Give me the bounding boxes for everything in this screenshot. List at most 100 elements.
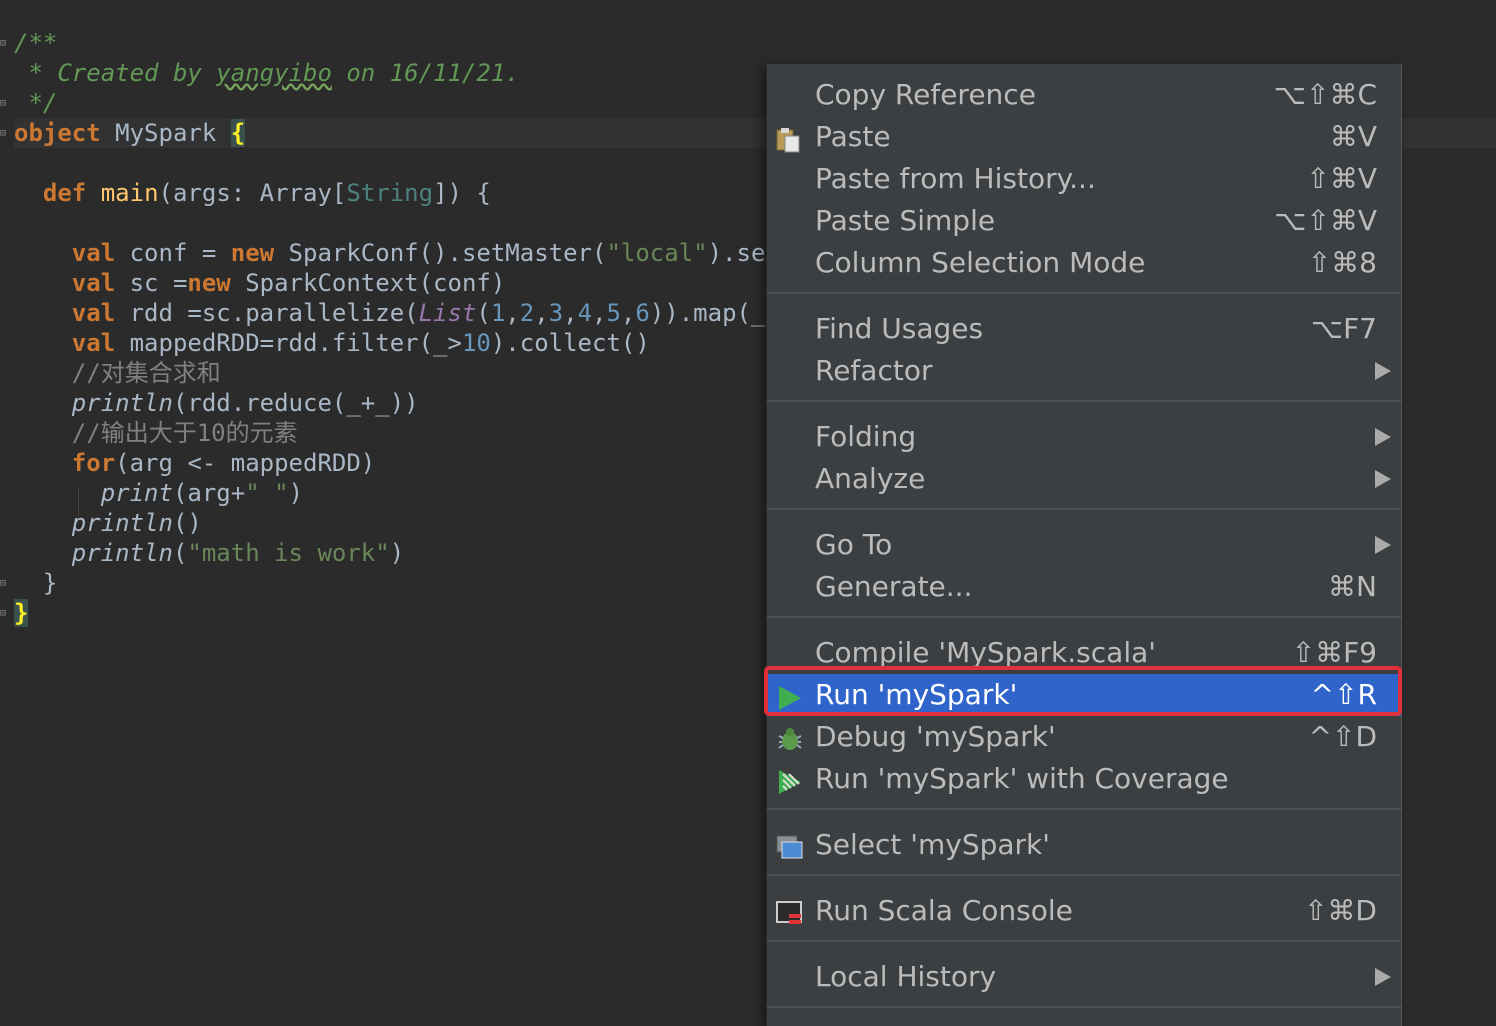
menu-item-run-scala-console[interactable]: Run Scala Console ⇧⌘D xyxy=(767,890,1401,932)
code-line[interactable]: for(arg <- mappedRDD) xyxy=(14,448,794,478)
menu-item-shortcut: ⇧⌘8 xyxy=(1307,246,1377,279)
menu-separator xyxy=(767,808,1401,810)
code-line[interactable]: } xyxy=(14,568,794,598)
code-token: "math is work" xyxy=(187,539,390,567)
menu-item-label: Run Scala Console xyxy=(815,894,1073,927)
menu-item-label: Generate... xyxy=(815,570,973,603)
menu-item-label: Run 'mySpark' with Coverage xyxy=(815,762,1229,795)
code-token: (arg+ xyxy=(172,479,246,507)
menu-separator xyxy=(767,508,1401,510)
code-token: 1 xyxy=(490,299,506,327)
code-token: )).map(_* xyxy=(649,299,780,327)
code-line[interactable]: print(arg+" ") xyxy=(14,478,794,508)
code-line[interactable]: } xyxy=(14,598,794,628)
code-token: , xyxy=(592,299,607,327)
code-token: main xyxy=(100,179,159,207)
menu-item-paste-simple[interactable]: Paste Simple ⌥⇧⌘V xyxy=(767,200,1401,242)
code-token: 2 xyxy=(519,299,535,327)
submenu-arrow-icon xyxy=(1375,470,1391,488)
code-line[interactable]: //对集合求和 xyxy=(14,358,794,388)
code-token: new xyxy=(230,239,275,267)
code-token: println xyxy=(71,389,173,417)
menu-item-go-to[interactable]: Go To xyxy=(767,524,1401,566)
code-line[interactable]: println("math is work") xyxy=(14,538,794,568)
code-line[interactable]: object MySpark { xyxy=(14,118,794,148)
menu-item-label: Local History xyxy=(815,960,997,993)
menu-item-label: Paste xyxy=(815,120,891,153)
code-token: , xyxy=(534,299,549,327)
code-line[interactable]: val mappedRDD=rdd.filter(_>10).collect() xyxy=(14,328,794,358)
menu-item-run-myspark-with-coverage[interactable]: Run 'mySpark' with Coverage xyxy=(767,758,1401,800)
menu-item-folding[interactable]: Folding xyxy=(767,416,1401,458)
menu-item-label: Column Selection Mode xyxy=(815,246,1146,279)
code-token: ( xyxy=(172,539,188,567)
coverage-icon xyxy=(775,766,803,794)
menu-item-label: Analyze xyxy=(815,462,926,495)
code-token: 3 xyxy=(548,299,564,327)
code-token: val xyxy=(71,299,116,327)
menu-item-find-usages[interactable]: Find Usages ⌥F7 xyxy=(767,308,1401,350)
code-token: ]) { xyxy=(433,179,491,207)
code-token: //输出大于10的元素 xyxy=(14,419,298,447)
code-line[interactable] xyxy=(14,148,794,178)
fold-marker-icon[interactable]: ⊟ xyxy=(0,578,10,590)
fold-marker-icon[interactable]: ⊟ xyxy=(0,98,10,110)
menu-item-generate[interactable]: Generate... ⌘N xyxy=(767,566,1401,608)
code-line[interactable]: val rdd =sc.parallelize(List(1,2,3,4,5,6… xyxy=(14,298,795,328)
code-token: List xyxy=(418,299,477,327)
code-line[interactable]: println() xyxy=(14,508,794,538)
menu-separator xyxy=(767,1006,1401,1008)
code-token: val xyxy=(71,269,116,297)
menu-item-paste-from-history[interactable]: Paste from History... ⇧⌘V xyxy=(767,158,1401,200)
code-line[interactable]: val conf = new SparkConf().setMaster("lo… xyxy=(14,238,795,268)
code-line[interactable]: /** xyxy=(14,28,794,58)
code-token: 10 xyxy=(461,329,491,357)
menu-separator xyxy=(767,616,1401,618)
menu-item-shortcut: ⌥⇧⌘C xyxy=(1273,78,1377,111)
fold-marker-icon[interactable]: ⊟ xyxy=(0,608,10,620)
code-token: , xyxy=(620,299,636,327)
menu-item-select-myspark[interactable]: Select 'mySpark' xyxy=(767,824,1401,866)
menu-item-column-selection-mode[interactable]: Column Selection Mode ⇧⌘8 xyxy=(767,242,1401,284)
code-token: SparkContext(conf) xyxy=(230,269,506,297)
menu-item-shortcut: ⌥⇧⌘V xyxy=(1274,204,1377,237)
menu-item-analyze[interactable]: Analyze xyxy=(767,458,1401,500)
code-token: ) xyxy=(288,479,304,507)
code-token: MySpark xyxy=(100,119,231,147)
code-token: " " xyxy=(245,479,289,507)
menu-item-local-history[interactable]: Local History xyxy=(767,956,1401,998)
code-token: (args: Array[ xyxy=(158,179,347,207)
menu-item-copy-reference[interactable]: Copy Reference ⌥⇧⌘C xyxy=(767,74,1401,116)
code-line[interactable] xyxy=(14,208,794,238)
fold-marker-icon[interactable]: ⊟ xyxy=(0,38,10,50)
submenu-arrow-icon xyxy=(1375,536,1391,554)
code-line[interactable]: val sc =new SparkContext(conf) xyxy=(14,268,794,298)
context-menu: Copy Reference ⌥⇧⌘C Paste ⌘V Paste from Hist… xyxy=(766,64,1402,1026)
code-editor[interactable]: /** * Created by yangyibo on 16/11/21. *… xyxy=(14,28,794,628)
submenu-arrow-icon xyxy=(1375,968,1391,986)
menu-item-refactor[interactable]: Refactor xyxy=(767,350,1401,392)
menu-separator xyxy=(767,874,1401,876)
code-token: String xyxy=(346,179,434,207)
code-line[interactable]: */ xyxy=(14,88,794,118)
menu-separator xyxy=(767,940,1401,942)
fold-marker-icon[interactable]: ⊟ xyxy=(0,128,10,140)
menu-item-shortcut: ^⇧D xyxy=(1308,720,1377,753)
submenu-arrow-icon xyxy=(1375,428,1391,446)
code-line[interactable]: //输出大于10的元素 xyxy=(14,418,794,448)
code-line[interactable]: println(rdd.reduce(_+_)) xyxy=(14,388,794,418)
menu-item-paste[interactable]: Paste ⌘V xyxy=(767,116,1401,158)
code-line[interactable]: * Created by yangyibo on 16/11/21. xyxy=(14,58,794,88)
code-token: ) xyxy=(389,539,405,567)
code-token: { xyxy=(230,119,246,147)
code-token: for xyxy=(71,449,116,477)
menu-item-debug-myspark[interactable]: Debug 'mySpark' ^⇧D xyxy=(767,716,1401,758)
code-line[interactable]: def main(args: Array[String]) { xyxy=(14,178,794,208)
code-token: println xyxy=(71,509,173,537)
code-token: , xyxy=(505,299,520,327)
